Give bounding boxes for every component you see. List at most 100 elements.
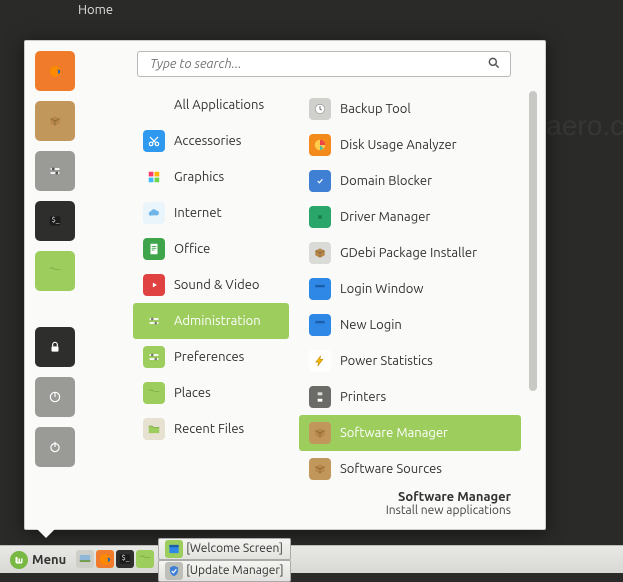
- task-label: [Update Manager]: [186, 564, 283, 577]
- category-administration[interactable]: Administration: [133, 303, 289, 339]
- pie-icon: [309, 134, 331, 156]
- menu-button[interactable]: Menu: [4, 548, 72, 572]
- blank-icon: [143, 94, 165, 116]
- files-icon: [48, 264, 62, 278]
- firefox-icon: [48, 64, 62, 78]
- app-label: GDebi Package Installer: [340, 246, 477, 260]
- app-info: Software Manager Install new application…: [386, 490, 511, 517]
- mint-logo-icon: [10, 551, 28, 569]
- task--update-manager-[interactable]: [Update Manager]: [158, 560, 290, 582]
- fav-logout[interactable]: [35, 377, 75, 417]
- svg-text:$_: $_: [122, 554, 130, 562]
- fav-settings[interactable]: [35, 151, 75, 191]
- box-icon: [309, 458, 331, 480]
- box-icon: [309, 422, 331, 444]
- app-label: Software Sources: [340, 462, 442, 476]
- category-sound-video[interactable]: Sound & Video: [133, 267, 289, 303]
- category-label: Internet: [174, 206, 222, 220]
- fav-shutdown[interactable]: [35, 427, 75, 467]
- app-label: Login Window: [340, 282, 423, 296]
- app-software-manager[interactable]: Software Manager: [299, 415, 521, 451]
- app-power-statistics[interactable]: Power Statistics: [299, 343, 521, 379]
- app-login-window[interactable]: Login Window: [299, 271, 521, 307]
- app-printers[interactable]: Printers: [299, 379, 521, 415]
- task-icon: [165, 562, 183, 580]
- window-icon: [309, 314, 331, 336]
- menu-button-label: Menu: [32, 553, 66, 567]
- window-icon: [309, 278, 331, 300]
- app-backup-tool[interactable]: Backup Tool: [299, 91, 521, 127]
- app-label: Disk Usage Analyzer: [340, 138, 457, 152]
- category-office[interactable]: Office: [133, 231, 289, 267]
- app-domain-blocker[interactable]: Domain Blocker: [299, 163, 521, 199]
- app-new-login[interactable]: New Login: [299, 307, 521, 343]
- category-all-applications[interactable]: All Applications: [133, 87, 289, 123]
- chip-icon: [309, 206, 331, 228]
- category-label: Administration: [174, 314, 261, 328]
- folder-icon: [143, 418, 165, 440]
- fav-files[interactable]: [35, 251, 75, 291]
- lock-icon: [48, 340, 62, 354]
- category-places[interactable]: Places: [133, 375, 289, 411]
- category-recent-files[interactable]: Recent Files: [133, 411, 289, 447]
- scrollbar-thumb[interactable]: [529, 91, 537, 391]
- scissors-icon: [143, 130, 165, 152]
- category-label: Places: [174, 386, 211, 400]
- app-driver-manager[interactable]: Driver Manager: [299, 199, 521, 235]
- application-menu: $_ All Applications Accessories Graphics In…: [24, 40, 546, 530]
- app-label: Driver Manager: [340, 210, 430, 224]
- fav-terminal[interactable]: $_: [35, 201, 75, 241]
- cloud-icon: [143, 202, 165, 224]
- fav-lock[interactable]: [35, 327, 75, 367]
- app-info-title: Software Manager: [386, 490, 511, 504]
- task--welcome-screen-[interactable]: [Welcome Screen]: [158, 538, 290, 560]
- app-label: Backup Tool: [340, 102, 411, 116]
- application-list: Backup Tool Disk Usage Analyzer Domain Blo…: [299, 91, 521, 491]
- search-input[interactable]: [137, 51, 511, 77]
- fav-firefox[interactable]: [35, 51, 75, 91]
- printer-icon: [309, 386, 331, 408]
- box-icon: [309, 242, 331, 264]
- bolt-icon: [309, 350, 331, 372]
- search-icon: [487, 56, 501, 70]
- category-list: All Applications Accessories Graphics Inter…: [133, 87, 289, 507]
- app-label: New Login: [340, 318, 402, 332]
- desktop-home-label[interactable]: Home: [72, 0, 119, 20]
- category-accessories[interactable]: Accessories: [133, 123, 289, 159]
- category-label: Office: [174, 242, 210, 256]
- doc-icon: [143, 238, 165, 260]
- play-icon: [143, 274, 165, 296]
- software-icon: [48, 114, 62, 128]
- shield-icon: [309, 170, 331, 192]
- category-graphics[interactable]: Graphics: [133, 159, 289, 195]
- terminal-icon: $_: [48, 214, 62, 228]
- shutdown-icon: [48, 440, 62, 454]
- launcher-firefox[interactable]: [96, 550, 114, 568]
- category-internet[interactable]: Internet: [133, 195, 289, 231]
- folder-icon: [143, 382, 165, 404]
- launcher-terminal[interactable]: $_: [116, 550, 134, 568]
- clock-icon: [309, 98, 331, 120]
- launcher-show-desktop[interactable]: [76, 550, 94, 568]
- settings-icon: [48, 164, 62, 178]
- launcher-files[interactable]: [136, 550, 154, 568]
- app-label: Domain Blocker: [340, 174, 432, 188]
- app-software-sources[interactable]: Software Sources: [299, 451, 521, 487]
- app-label: Software Manager: [340, 426, 448, 440]
- category-label: Accessories: [174, 134, 241, 148]
- app-label: Power Statistics: [340, 354, 433, 368]
- category-label: Preferences: [174, 350, 244, 364]
- app-scrollbar[interactable]: [529, 91, 537, 489]
- app-disk-usage-analyzer[interactable]: Disk Usage Analyzer: [299, 127, 521, 163]
- svg-text:$_: $_: [52, 216, 60, 224]
- logout-icon: [48, 390, 62, 404]
- palette-icon: [143, 166, 165, 188]
- fav-software[interactable]: [35, 101, 75, 141]
- category-label: Graphics: [174, 170, 224, 184]
- sliders-icon: [143, 310, 165, 332]
- app-gdebi-package-installer[interactable]: GDebi Package Installer: [299, 235, 521, 271]
- category-label: All Applications: [174, 98, 264, 112]
- category-preferences[interactable]: Preferences: [133, 339, 289, 375]
- category-label: Recent Files: [174, 422, 244, 436]
- task-label: [Welcome Screen]: [186, 542, 283, 555]
